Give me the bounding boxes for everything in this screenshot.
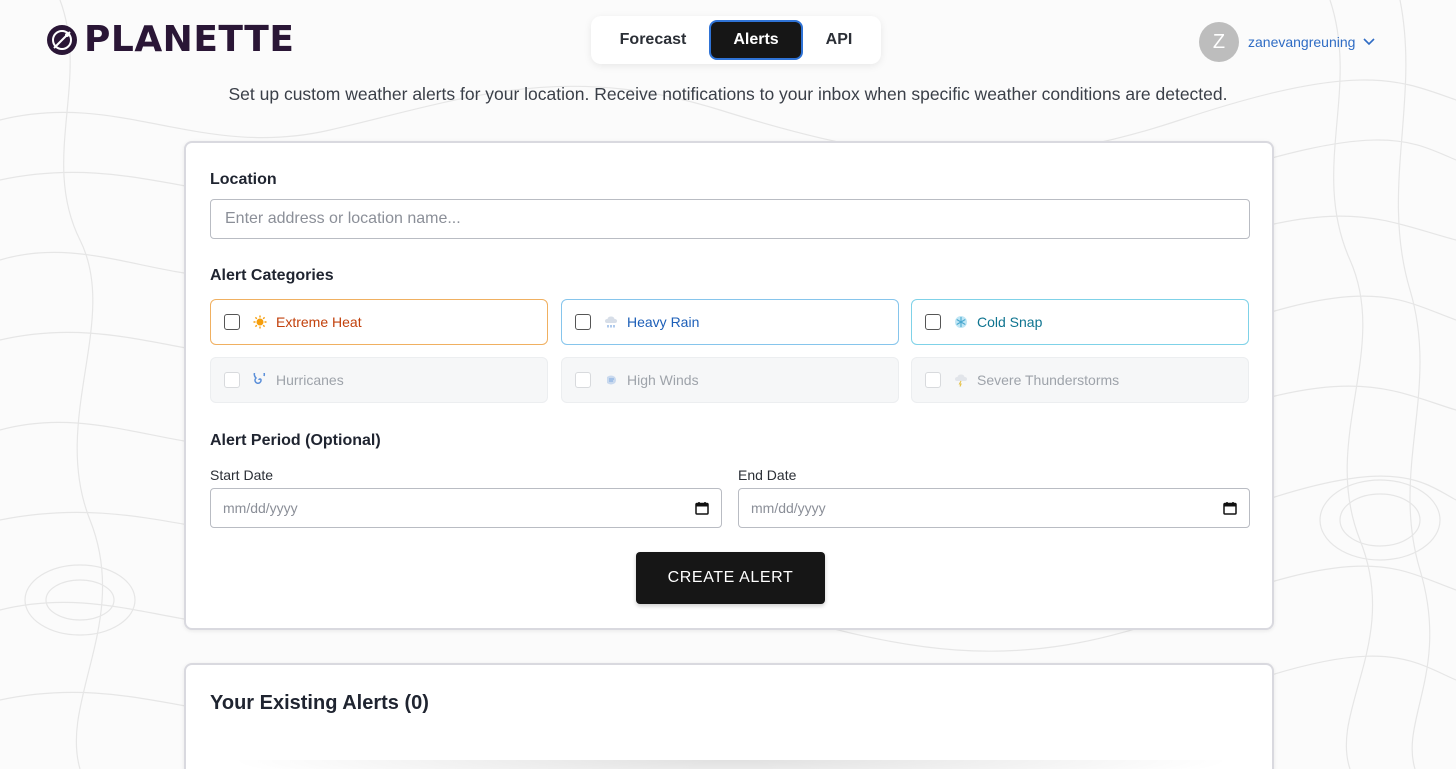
end-date-placeholder: mm/dd/yyyy: [751, 500, 826, 516]
cyclone-icon: [252, 372, 268, 388]
alert-form-card: Location Alert Categories Extreme Heat H…: [184, 141, 1274, 630]
category-hurricanes: Hurricanes: [210, 357, 548, 403]
alert-period-label: Alert Period (Optional): [210, 432, 381, 449]
snowflake-icon: [953, 314, 969, 330]
avatar[interactable]: Z: [1199, 22, 1239, 62]
sun-icon: [252, 314, 268, 330]
user-menu[interactable]: Z zanevangreuning: [1199, 22, 1375, 62]
heavy-rain-checkbox[interactable]: [575, 314, 591, 330]
list-shadow: [226, 760, 1236, 769]
category-severe-thunderstorms: Severe Thunderstorms: [911, 357, 1249, 403]
cold-snap-checkbox[interactable]: [925, 314, 941, 330]
create-alert-button[interactable]: CREATE ALERT: [636, 552, 825, 604]
main-nav: Forecast Alerts API: [591, 16, 881, 64]
category-heavy-rain[interactable]: Heavy Rain: [561, 299, 899, 345]
end-date-input[interactable]: mm/dd/yyyy: [738, 488, 1250, 528]
category-high-winds: High Winds: [561, 357, 899, 403]
existing-alerts-card: Your Existing Alerts (0): [184, 663, 1274, 769]
category-label: Extreme Heat: [276, 314, 362, 330]
category-label: Heavy Rain: [627, 314, 700, 330]
thunder-cloud-icon: [953, 372, 969, 388]
planet-logo-icon: [47, 25, 77, 55]
categories-label: Alert Categories: [210, 267, 334, 284]
category-label: Severe Thunderstorms: [977, 372, 1120, 388]
end-date-label: End Date: [738, 467, 797, 483]
username[interactable]: zanevangreuning: [1248, 34, 1355, 50]
category-label: Cold Snap: [977, 314, 1043, 330]
chevron-down-icon[interactable]: [1363, 38, 1375, 46]
intro-text: Set up custom weather alerts for your lo…: [228, 84, 1228, 104]
hurricanes-checkbox: [224, 372, 240, 388]
existing-alerts-title: Your Existing Alerts (0): [210, 692, 429, 714]
location-label: Location: [210, 171, 277, 188]
location-input[interactable]: [210, 199, 1250, 239]
calendar-icon[interactable]: [695, 501, 709, 515]
brand-logo[interactable]: PLANETTE: [44, 22, 294, 58]
category-extreme-heat[interactable]: Extreme Heat: [210, 299, 548, 345]
start-date-label: Start Date: [210, 467, 274, 483]
category-label: High Winds: [627, 372, 699, 388]
brand-name: PLANETTE: [84, 19, 295, 60]
tab-api[interactable]: API: [803, 20, 875, 60]
category-cold-snap[interactable]: Cold Snap: [911, 299, 1249, 345]
tab-alerts[interactable]: Alerts: [709, 20, 803, 60]
start-date-placeholder: mm/dd/yyyy: [223, 500, 298, 516]
high-winds-checkbox: [575, 372, 591, 388]
wind-face-icon: [603, 372, 619, 388]
rain-cloud-icon: [603, 314, 619, 330]
start-date-input[interactable]: mm/dd/yyyy: [210, 488, 722, 528]
extreme-heat-checkbox[interactable]: [224, 314, 240, 330]
tab-forecast[interactable]: Forecast: [597, 20, 709, 60]
calendar-icon[interactable]: [1223, 501, 1237, 515]
category-label: Hurricanes: [276, 372, 344, 388]
severe-thunderstorms-checkbox: [925, 372, 941, 388]
